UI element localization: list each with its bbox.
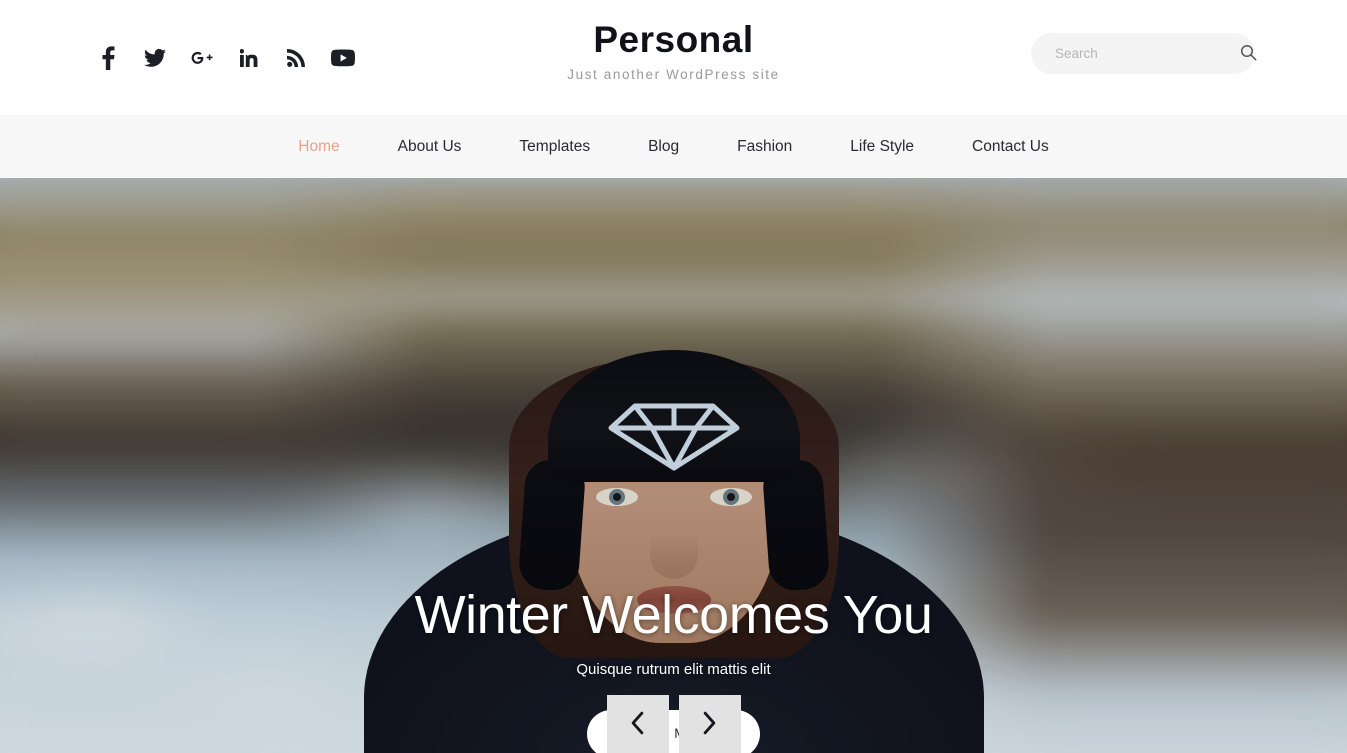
nav-item-blog[interactable]: Blog: [619, 137, 708, 157]
hero-subtitle: Quisque rutrum elit mattis elit: [576, 661, 771, 678]
nav-list: Home About Us Templates Blog Fashion Lif…: [269, 137, 1077, 157]
facebook-icon[interactable]: [95, 45, 121, 71]
nav-item-templates[interactable]: Templates: [490, 137, 619, 157]
slider-navigation: [606, 695, 741, 753]
nav-item-life-style[interactable]: Life Style: [821, 137, 943, 157]
youtube-icon[interactable]: [330, 45, 356, 71]
slider-prev-button[interactable]: [606, 695, 669, 753]
nav-item-about-us[interactable]: About Us: [369, 137, 491, 157]
nav-item-fashion[interactable]: Fashion: [708, 137, 821, 157]
chevron-left-icon: [629, 711, 646, 738]
linkedin-icon[interactable]: [236, 45, 262, 71]
search-button[interactable]: [1240, 33, 1257, 74]
twitter-icon[interactable]: [142, 45, 168, 71]
hero-title: Winter Welcomes You: [414, 585, 933, 645]
site-header: Personal Just another WordPress site: [0, 0, 1347, 115]
slider-next-button[interactable]: [678, 695, 741, 753]
search-box[interactable]: [1031, 33, 1257, 74]
hero-slider: Winter Welcomes You Quisque rutrum elit …: [0, 178, 1347, 753]
social-links: [95, 0, 356, 115]
search-input[interactable]: [1031, 46, 1240, 61]
rss-icon[interactable]: [283, 45, 309, 71]
search-icon: [1240, 44, 1257, 64]
chevron-right-icon: [701, 711, 718, 738]
nav-item-home[interactable]: Home: [269, 137, 368, 157]
nav-item-contact-us[interactable]: Contact Us: [943, 137, 1078, 157]
google-plus-icon[interactable]: [189, 45, 215, 71]
main-navigation: Home About Us Templates Blog Fashion Lif…: [0, 115, 1347, 178]
